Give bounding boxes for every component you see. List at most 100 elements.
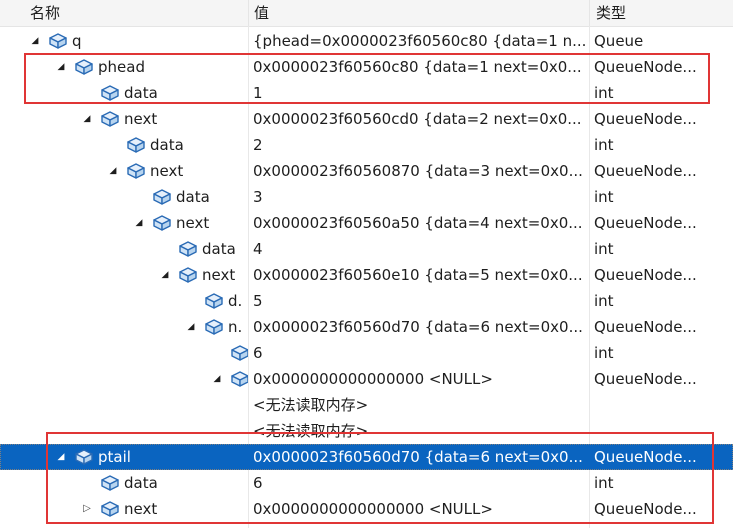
expanded-arrow-icon[interactable]: ◢ xyxy=(30,28,40,54)
watch-row[interactable]: data 2 int xyxy=(0,132,733,158)
expanded-arrow-icon[interactable]: ◢ xyxy=(212,366,222,392)
watch-row[interactable]: 6 int xyxy=(0,340,733,366)
variable-name: data xyxy=(124,474,158,492)
name-cell xyxy=(0,418,248,444)
watch-row[interactable]: ◢ ptail 0x0000023f60560d70 {data=6 next=0x… xyxy=(0,444,733,470)
column-header-value[interactable]: 值 xyxy=(254,2,269,23)
field-cube-icon xyxy=(100,500,120,518)
name-cell: ◢ phead xyxy=(0,54,248,80)
value-cell[interactable]: 0x0000023f60560d70 {data=6 next=0x0... xyxy=(253,444,588,470)
name-cell: ◢ next xyxy=(0,262,248,288)
expanded-arrow-icon[interactable]: ◢ xyxy=(56,54,66,80)
value-cell[interactable]: 0x0000023f60560e10 {data=5 next=0x0... xyxy=(253,262,588,288)
type-cell: QueueNode... xyxy=(594,110,697,128)
name-cell: ▷ next xyxy=(0,496,248,522)
watch-row[interactable]: ◢ next 0x0000023f60560a50 {data=4 next=0x0… xyxy=(0,210,733,236)
watch-row[interactable]: data 6 int xyxy=(0,470,733,496)
expanded-arrow-icon[interactable]: ◢ xyxy=(134,210,144,236)
watch-row[interactable]: data 4 int xyxy=(0,236,733,262)
watch-row[interactable]: data 1 int xyxy=(0,80,733,106)
value-cell[interactable]: 0x0000000000000000 <NULL> xyxy=(253,366,588,392)
watch-row[interactable]: ◢ next 0x0000023f60560e10 {data=5 next=0x0… xyxy=(0,262,733,288)
watch-row[interactable]: <无法读取内存> xyxy=(0,418,733,444)
expanded-arrow-icon[interactable]: ◢ xyxy=(186,314,196,340)
value-cell[interactable]: 0x0000023f60560a50 {data=4 next=0x0... xyxy=(253,210,588,236)
watch-row[interactable]: <无法读取内存> xyxy=(0,392,733,418)
watch-row[interactable]: ▷ next 0x0000000000000000 <NULL> QueueNode.… xyxy=(0,496,733,522)
type-cell: QueueNode... xyxy=(594,266,697,284)
variable-name: next xyxy=(176,214,210,232)
variable-name: next xyxy=(150,162,184,180)
variable-name: next xyxy=(124,500,158,518)
value-cell[interactable]: 6 xyxy=(253,470,588,496)
field-cube-icon xyxy=(126,162,146,180)
column-header-name[interactable]: 名称 xyxy=(30,2,60,23)
field-cube-icon xyxy=(100,474,120,492)
variable-name: phead xyxy=(98,58,145,76)
name-cell: data xyxy=(0,470,248,496)
type-cell: int xyxy=(594,136,614,154)
value-cell[interactable]: 0x0000023f60560870 {data=3 next=0x0... xyxy=(253,158,588,184)
collapsed-arrow-icon[interactable]: ▷ xyxy=(82,496,92,522)
name-cell: ◢ next xyxy=(0,106,248,132)
name-cell: ◢ xyxy=(0,366,248,392)
name-cell: data xyxy=(0,236,248,262)
field-cube-icon xyxy=(126,136,146,154)
field-cube-icon xyxy=(48,32,68,50)
type-cell: QueueNode... xyxy=(594,162,697,180)
name-cell: data xyxy=(0,132,248,158)
type-cell: QueueNode... xyxy=(594,214,697,232)
watch-row[interactable]: ◢ n. 0x0000023f60560d70 {data=6 next=0x0..… xyxy=(0,314,733,340)
value-cell[interactable]: 1 xyxy=(253,80,588,106)
watch-header: 名称 值 类型 xyxy=(0,0,733,27)
value-cell[interactable]: 0x0000000000000000 <NULL> xyxy=(253,496,588,522)
name-cell: d. xyxy=(0,288,248,314)
value-cell[interactable]: 0x0000023f60560d70 {data=6 next=0x0... xyxy=(253,314,588,340)
field-cube-icon xyxy=(74,58,94,76)
expanded-arrow-icon[interactable]: ◢ xyxy=(82,106,92,132)
name-cell: ◢ ptail xyxy=(0,444,248,470)
value-cell[interactable]: 3 xyxy=(253,184,588,210)
column-divider[interactable] xyxy=(589,0,590,26)
variable-name: data xyxy=(176,188,210,206)
value-cell[interactable]: 0x0000023f60560c80 {data=1 next=0x0... xyxy=(253,54,588,80)
column-divider[interactable] xyxy=(248,0,249,26)
value-cell[interactable]: <无法读取内存> xyxy=(253,418,588,444)
field-cube-icon xyxy=(100,84,120,102)
name-cell: ◢ next xyxy=(0,210,248,236)
name-cell xyxy=(0,340,248,366)
type-cell xyxy=(594,418,729,444)
value-cell[interactable]: <无法读取内存> xyxy=(253,392,588,418)
type-cell: int xyxy=(594,474,614,492)
type-cell: QueueNode... xyxy=(594,318,697,336)
field-cube-icon xyxy=(178,240,198,258)
value-cell[interactable]: 6 xyxy=(253,340,588,366)
type-cell xyxy=(594,392,729,418)
field-cube-icon xyxy=(204,318,224,336)
field-cube-icon xyxy=(204,292,224,310)
variable-name: next xyxy=(124,110,158,128)
type-cell: Queue xyxy=(594,32,644,50)
expanded-arrow-icon[interactable]: ◢ xyxy=(56,444,66,470)
value-cell[interactable]: {phead=0x0000023f60560c80 {data=1 n... xyxy=(253,28,588,54)
name-cell: data xyxy=(0,184,248,210)
watch-row[interactable]: ◢ 0x0000000000000000 <NULL> QueueNode... xyxy=(0,366,733,392)
column-header-type[interactable]: 类型 xyxy=(596,2,626,23)
value-cell[interactable]: 4 xyxy=(253,236,588,262)
value-cell[interactable]: 5 xyxy=(253,288,588,314)
watch-row[interactable]: ◢ phead 0x0000023f60560c80 {data=1 next=0x… xyxy=(0,54,733,80)
expanded-arrow-icon[interactable]: ◢ xyxy=(160,262,170,288)
value-cell[interactable]: 0x0000023f60560cd0 {data=2 next=0x0... xyxy=(253,106,588,132)
name-cell: ◢ q xyxy=(0,28,248,54)
expanded-arrow-icon[interactable]: ◢ xyxy=(108,158,118,184)
watch-row[interactable]: ◢ next 0x0000023f60560870 {data=3 next=0x0… xyxy=(0,158,733,184)
variable-name: n. xyxy=(228,318,243,336)
watch-row[interactable]: ◢ q {phead=0x0000023f60560c80 {data=1 n...… xyxy=(0,28,733,54)
watch-row[interactable]: d. 5 int xyxy=(0,288,733,314)
variable-name: data xyxy=(124,84,158,102)
watch-row[interactable]: ◢ next 0x0000023f60560cd0 {data=2 next=0x0… xyxy=(0,106,733,132)
watch-row[interactable]: data 3 int xyxy=(0,184,733,210)
name-cell: data xyxy=(0,80,248,106)
type-cell: QueueNode... xyxy=(594,500,697,518)
value-cell[interactable]: 2 xyxy=(253,132,588,158)
